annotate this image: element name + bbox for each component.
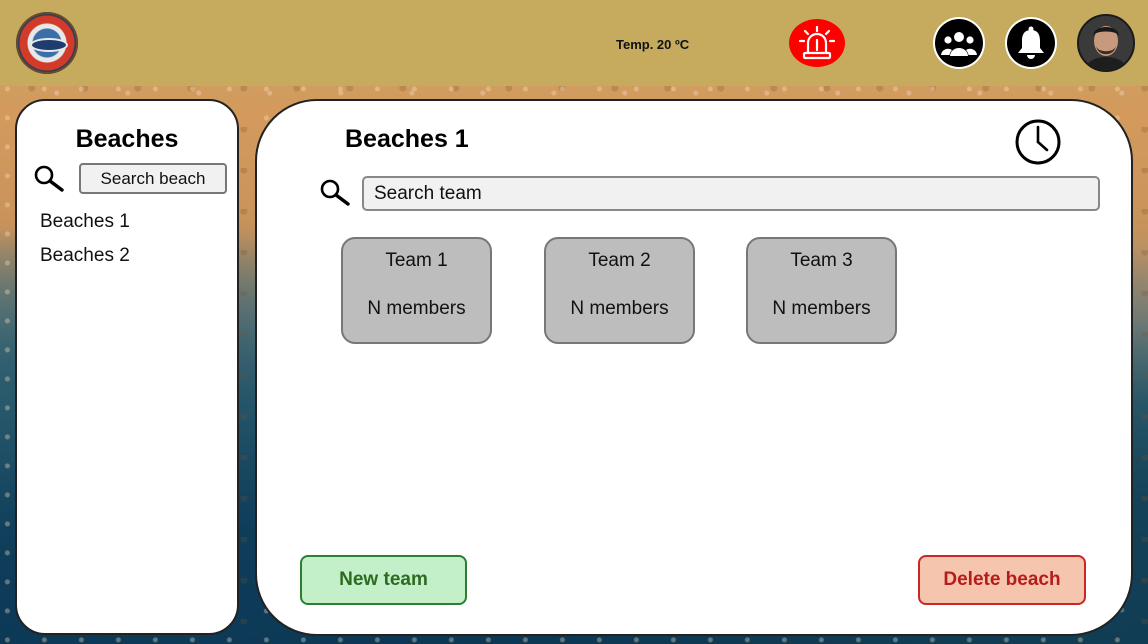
team-name: Team 2 <box>588 250 651 271</box>
sidebar-title: Beaches <box>75 125 179 153</box>
alarm-button[interactable] <box>789 19 845 67</box>
search-team-input[interactable] <box>362 176 1100 211</box>
team-card[interactable]: Team 1 N members <box>341 237 492 344</box>
team-name: Team 1 <box>385 250 448 271</box>
beach-list: Beaches 1 Beaches 2 <box>40 211 130 279</box>
users-icon <box>941 32 977 56</box>
team-members: N members <box>772 298 871 319</box>
sidebar-item-beaches-1[interactable]: Beaches 1 <box>40 211 130 245</box>
beaches-sidebar: Beaches Beaches 1 Beaches 2 <box>15 99 239 635</box>
user-avatar-image <box>1079 16 1133 70</box>
sidebar-item-beaches-2[interactable]: Beaches 2 <box>40 245 130 279</box>
temperature-readout: Temp. 20 ºC <box>616 37 690 52</box>
clock-icon[interactable] <box>1013 118 1063 166</box>
notifications-button[interactable] <box>1005 17 1057 69</box>
delete-beach-button[interactable]: Delete beach <box>918 555 1086 605</box>
search-beach-input[interactable] <box>79 163 227 194</box>
beach-detail-panel: Beaches 1 Team 1 N members Team 2 N memb… <box>255 99 1133 636</box>
bell-icon <box>1018 26 1044 59</box>
siren-icon <box>799 26 835 60</box>
team-members: N members <box>367 298 466 319</box>
team-card[interactable]: Team 3 N members <box>746 237 897 344</box>
lifebuoy-logo-icon[interactable] <box>16 12 78 74</box>
top-bar: Temp. 20 ºC <box>0 0 1148 86</box>
team-name: Team 3 <box>790 250 853 271</box>
search-icon <box>34 165 64 192</box>
profile-avatar[interactable] <box>1077 14 1135 72</box>
team-card[interactable]: Team 2 N members <box>544 237 695 344</box>
teams-button[interactable] <box>933 17 985 69</box>
search-icon <box>320 179 350 206</box>
new-team-button[interactable]: New team <box>300 555 467 605</box>
team-members: N members <box>570 298 669 319</box>
page-title: Beaches 1 <box>345 125 469 153</box>
